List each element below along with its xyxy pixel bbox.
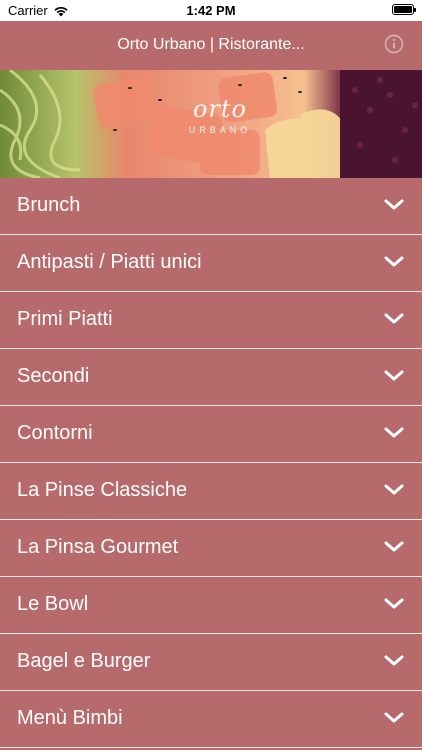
menu-category-list: Brunch Antipasti / Piatti unici Primi Pi… [0, 178, 422, 748]
menu-item-label: Contorni [17, 422, 93, 444]
chevron-down-icon [384, 712, 404, 723]
menu-item-label: Secondi [17, 365, 90, 387]
menu-item-label: Antipasti / Piatti unici [17, 251, 202, 273]
menu-item-label: La Pinsa Gourmet [17, 536, 179, 558]
menu-item-label: Le Bowl [17, 593, 89, 615]
menu-item-secondi[interactable]: Secondi [0, 349, 422, 406]
navigation-bar: Orto Urbano | Ristorante... [0, 21, 422, 70]
menu-item-pinse-classiche[interactable]: La Pinse Classiche [0, 463, 422, 520]
menu-item-contorni[interactable]: Contorni [0, 406, 422, 463]
chevron-down-icon [384, 427, 404, 438]
logo-sub-text: URBANO [188, 125, 252, 135]
menu-item-antipasti[interactable]: Antipasti / Piatti unici [0, 235, 422, 292]
menu-item-label: Brunch [17, 194, 81, 216]
chevron-down-icon [384, 598, 404, 609]
menu-item-label: Primi Piatti [17, 308, 113, 330]
info-icon[interactable] [384, 34, 404, 54]
chevron-down-icon [384, 484, 404, 495]
menu-item-menu-bimbi[interactable]: Menù Bimbi [0, 691, 422, 748]
menu-item-le-bowl[interactable]: Le Bowl [0, 577, 422, 634]
menu-item-primi-piatti[interactable]: Primi Piatti [0, 292, 422, 349]
chevron-down-icon [384, 256, 404, 267]
menu-item-pinsa-gourmet[interactable]: La Pinsa Gourmet [0, 520, 422, 577]
menu-item-label: Menù Bimbi [17, 707, 123, 729]
chevron-down-icon [384, 541, 404, 552]
status-bar: Carrier 1:42 PM [0, 0, 422, 21]
menu-item-label: Bagel e Burger [17, 650, 151, 672]
header-banner-image: orto URBANO [0, 70, 422, 178]
status-time: 1:42 PM [186, 3, 236, 18]
page-title: Orto Urbano | Ristorante... [117, 36, 305, 53]
chevron-down-icon [384, 370, 404, 381]
chevron-down-icon [384, 655, 404, 666]
battery-icon [392, 4, 416, 15]
chevron-down-icon [384, 199, 404, 210]
restaurant-logo: orto URBANO [170, 95, 270, 135]
menu-item-bagel-burger[interactable]: Bagel e Burger [0, 634, 422, 691]
menu-item-brunch[interactable]: Brunch [0, 178, 422, 235]
menu-item-label: La Pinse Classiche [17, 479, 188, 501]
logo-main-text: orto [192, 95, 247, 123]
chevron-down-icon [384, 313, 404, 324]
